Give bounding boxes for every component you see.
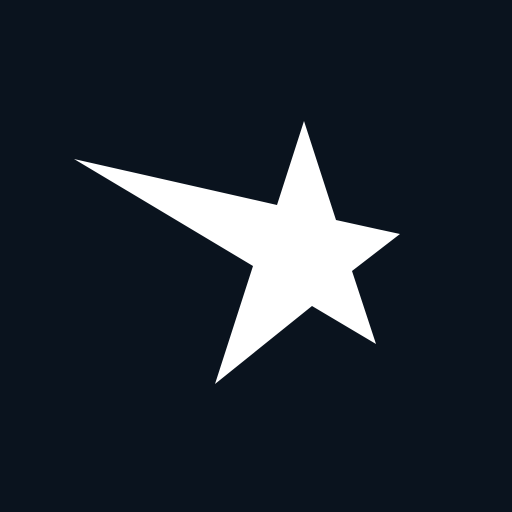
shooting-star-icon — [0, 0, 512, 512]
logo-canvas — [0, 0, 512, 512]
